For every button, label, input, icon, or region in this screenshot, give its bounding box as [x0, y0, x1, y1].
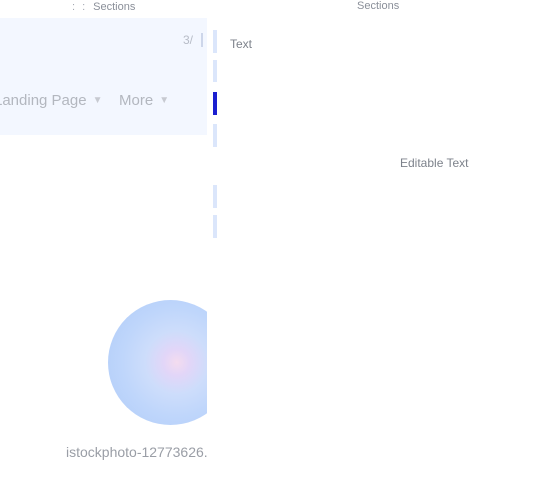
text-label: Text: [230, 37, 253, 51]
nav-item-more[interactable]: More ▼: [119, 92, 169, 109]
left-preview-pane: : : Sections 3/ Landing Page ▼ More ▼ is…: [0, 0, 207, 487]
right-editor-pane: Sections Text Editable Text: [207, 0, 533, 487]
section-guide-bar[interactable]: [213, 30, 217, 53]
image-filename: istockphoto-12773626...: [66, 444, 207, 460]
sections-breadcrumb: Sections: [357, 0, 400, 12]
nav-item-label: More: [119, 92, 154, 109]
nav-item-landing-page[interactable]: Landing Page ▼: [0, 92, 103, 109]
nav-toolbar: 3/: [183, 33, 203, 47]
nav-item-label: Landing Page: [0, 92, 87, 109]
page-indicator: 3/: [182, 33, 193, 47]
section-guide-bar[interactable]: [213, 185, 217, 208]
section-guide-bar[interactable]: [213, 60, 217, 82]
breadcrumb-label: Sections: [93, 1, 136, 13]
divider-icon: [201, 33, 203, 47]
nav-panel: [0, 18, 207, 135]
sections-breadcrumb: : : Sections: [72, 0, 135, 14]
profile-image[interactable]: [108, 300, 207, 425]
drag-handle-icon[interactable]: : :: [72, 1, 87, 13]
section-guide-bar[interactable]: [213, 215, 217, 238]
chevron-down-icon: ▼: [92, 95, 103, 106]
chevron-down-icon: ▼: [159, 95, 170, 106]
section-guide-bar[interactable]: [213, 124, 217, 147]
editable-text-field[interactable]: Editable Text: [400, 156, 469, 170]
active-section-indicator[interactable]: [213, 92, 217, 115]
